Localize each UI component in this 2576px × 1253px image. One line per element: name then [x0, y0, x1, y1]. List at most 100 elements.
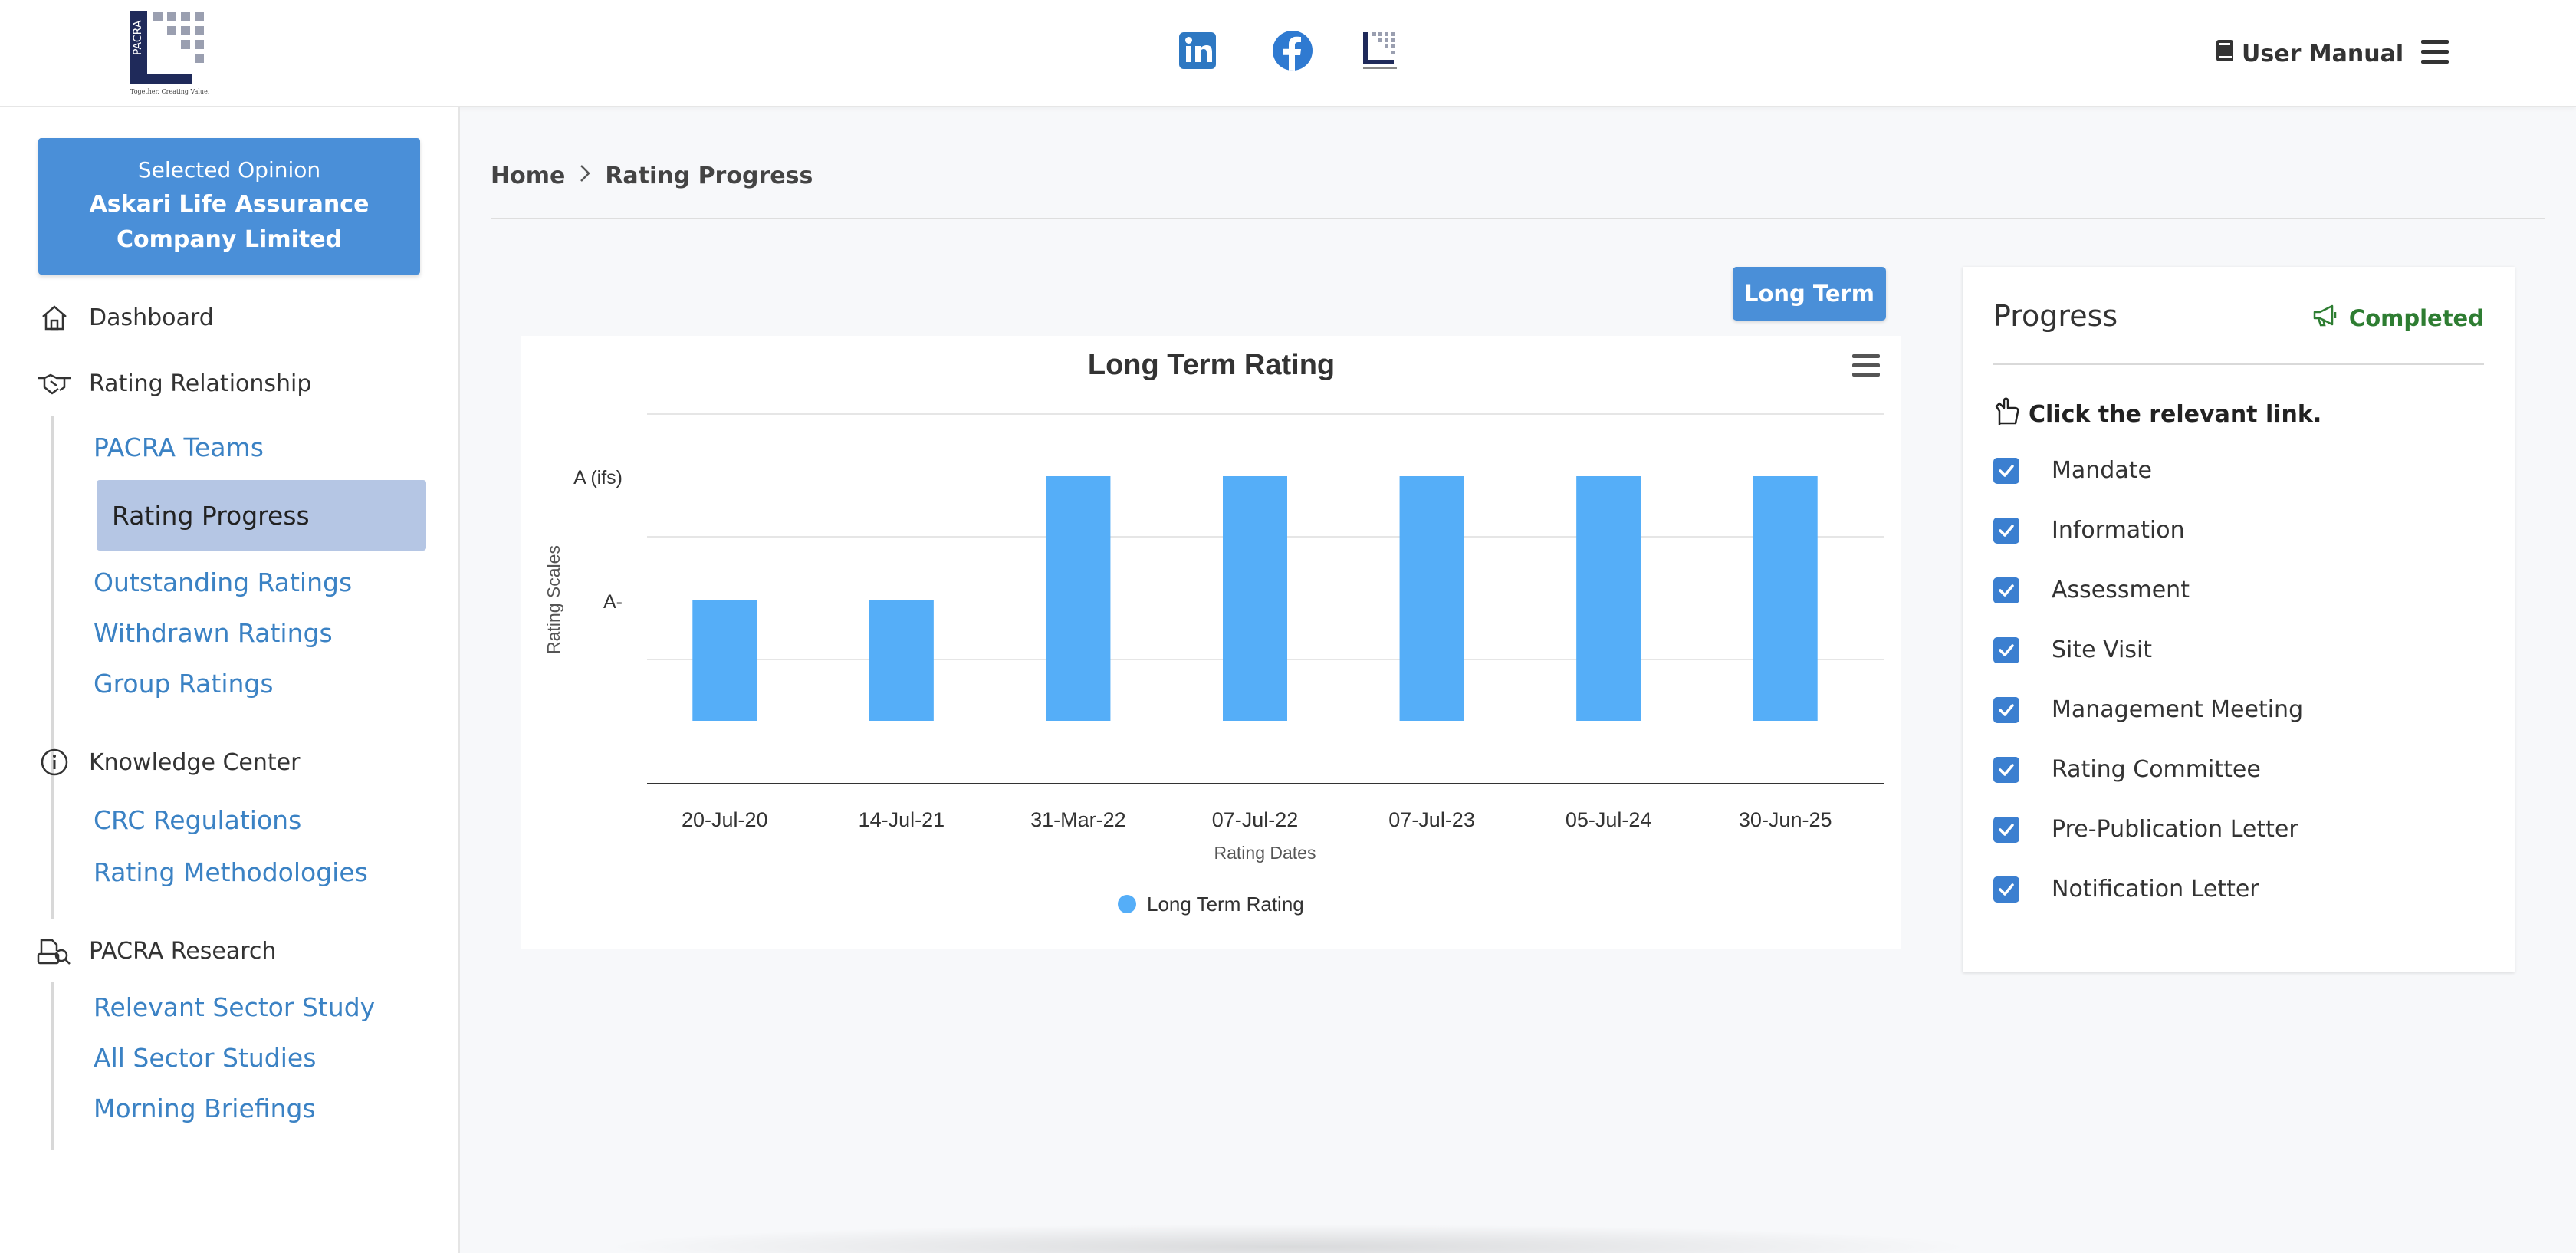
click-hint-text: Click the relevant link.: [2029, 400, 2322, 428]
selected-opinion-label: Selected Opinion: [137, 157, 321, 183]
pointing-hand-icon: [1993, 396, 2021, 432]
user-manual-link[interactable]: User Manual: [2216, 37, 2404, 71]
progress-step[interactable]: Site Visit: [1993, 636, 2152, 663]
progress-title: Progress: [1993, 299, 2118, 333]
info-icon: [37, 747, 72, 778]
progress-step[interactable]: Rating Committee: [1993, 756, 2261, 783]
svg-text:PACRA: PACRA: [132, 20, 144, 55]
x-axis-title: Rating Dates: [1214, 843, 1316, 863]
progress-step-label[interactable]: Site Visit: [2052, 636, 2152, 663]
checkbox-checked-icon[interactable]: [1993, 457, 2019, 484]
breadcrumb-current: Rating Progress: [605, 163, 813, 189]
checkbox-checked-icon[interactable]: [1993, 816, 2019, 843]
y-axis-title: Rating Scales: [544, 545, 564, 654]
chart-context-menu-icon[interactable]: [1852, 354, 1880, 377]
legend-marker: [1118, 895, 1136, 913]
sidebar-item-morning-briefings[interactable]: Morning Briefings: [94, 1093, 316, 1123]
progress-step-label[interactable]: Notification Letter: [2052, 876, 2259, 903]
checkbox-checked-icon[interactable]: [1993, 756, 2019, 783]
checkbox-checked-icon[interactable]: [1993, 876, 2019, 903]
checkbox-checked-icon[interactable]: [1993, 696, 2019, 723]
sidebar-item-group-ratings[interactable]: Group Ratings: [94, 669, 274, 699]
breadcrumb: Home Rating Progress: [491, 163, 813, 189]
checkbox-checked-icon[interactable]: [1993, 517, 2019, 544]
dashboard-label: Dashboard: [89, 304, 214, 331]
x-tick-label: 07-Jul-22: [1212, 808, 1299, 831]
pacra-research-subnav: Relevant Sector Study All Sector Studies…: [51, 982, 375, 1150]
progress-step[interactable]: Mandate: [1993, 457, 2152, 484]
breadcrumb-divider: [491, 218, 2545, 219]
progress-step-label[interactable]: Mandate: [2052, 457, 2152, 484]
knowledge-center-label: Knowledge Center: [89, 748, 301, 776]
chart-title: Long Term Rating: [1088, 349, 1335, 381]
linkedin-icon[interactable]: [1178, 29, 1221, 72]
sidebar: Selected Opinion Askari Life Assurance C…: [0, 107, 460, 1253]
chart-bar: [692, 600, 757, 721]
x-tick-label: 05-Jul-24: [1566, 808, 1652, 831]
main-menu-icon[interactable]: [2421, 40, 2449, 64]
chart-bar: [1753, 476, 1818, 721]
sidebar-section-rating-relationship[interactable]: Rating Relationship: [37, 368, 311, 399]
progress-step[interactable]: Pre-Publication Letter: [1993, 816, 2298, 843]
click-hint: Click the relevant link.: [1993, 396, 2321, 432]
x-tick-label: 14-Jul-21: [859, 808, 945, 831]
top-header: PACRA Together. Creating Value. User Man…: [0, 0, 2576, 107]
progress-step-label[interactable]: Pre-Publication Letter: [2052, 816, 2298, 843]
chart-bar: [1223, 476, 1287, 721]
y-tick-label: A (ifs): [573, 467, 623, 488]
handshake-icon: [37, 368, 72, 399]
x-tick-label: 20-Jul-20: [682, 808, 768, 831]
completed-status: Completed: [2312, 304, 2484, 332]
selected-opinion-card[interactable]: Selected Opinion Askari Life Assurance C…: [38, 138, 420, 275]
home-icon: [37, 302, 72, 333]
legend-label: Long Term Rating: [1147, 893, 1304, 916]
y-tick-label: A-: [603, 591, 623, 613]
sidebar-item-rating-methodologies[interactable]: Rating Methodologies: [94, 857, 368, 887]
progress-step[interactable]: Notification Letter: [1993, 876, 2259, 903]
checkbox-checked-icon[interactable]: [1993, 636, 2019, 663]
sidebar-section-knowledge-center[interactable]: Knowledge Center: [37, 747, 300, 778]
svg-text:Together. Creating Value.: Together. Creating Value.: [130, 88, 209, 95]
progress-step-label[interactable]: Assessment: [2052, 577, 2190, 603]
checkbox-checked-icon[interactable]: [1993, 577, 2019, 603]
megaphone-icon: [2312, 304, 2338, 332]
facebook-icon[interactable]: [1271, 29, 1314, 72]
sidebar-item-relevant-sector-study[interactable]: Relevant Sector Study: [94, 992, 375, 1022]
sidebar-section-pacra-research[interactable]: PACRA Research: [37, 936, 276, 966]
research-icon: [37, 936, 72, 966]
chart-bar: [1576, 476, 1641, 721]
progress-step-label[interactable]: Management Meeting: [2052, 696, 2303, 723]
progress-divider: [1993, 363, 2484, 365]
progress-step[interactable]: Management Meeting: [1993, 696, 2303, 723]
sidebar-item-rating-progress[interactable]: Rating Progress: [97, 480, 426, 551]
sidebar-item-crc-regulations[interactable]: CRC Regulations: [94, 805, 301, 835]
bottom-shadow: [598, 1224, 1978, 1253]
progress-step[interactable]: Information: [1993, 517, 2185, 544]
progress-step[interactable]: Assessment: [1993, 577, 2190, 603]
sidebar-item-withdrawn-ratings[interactable]: Withdrawn Ratings: [94, 618, 333, 648]
book-icon: [2216, 39, 2234, 68]
x-tick-label: 07-Jul-23: [1388, 808, 1475, 831]
chevron-right-icon: [579, 163, 591, 189]
knowledge-center-subnav: CRC Regulations Rating Methodologies: [51, 794, 368, 919]
pacra-logo[interactable]: PACRA Together. Creating Value.: [127, 9, 213, 97]
chart-bar: [1046, 476, 1111, 721]
progress-step-label[interactable]: Information: [2052, 517, 2185, 544]
x-tick-label: 30-Jun-25: [1739, 808, 1832, 831]
chart-bar: [869, 600, 934, 721]
long-term-rating-chart: Long Term Rating A- A (ifs) Rating Scales 20…: [521, 336, 1901, 949]
chart-svg: Long Term Rating A- A (ifs) Rating Scales 20…: [544, 349, 1884, 916]
rating-relationship-label: Rating Relationship: [89, 370, 312, 397]
sidebar-item-all-sector-studies[interactable]: All Sector Studies: [94, 1043, 316, 1073]
progress-step-label[interactable]: Rating Committee: [2052, 756, 2261, 783]
x-tick-label: 31-Mar-22: [1030, 808, 1126, 831]
sidebar-item-pacra-teams[interactable]: PACRA Teams: [94, 432, 264, 462]
selected-opinion-name: Askari Life Assurance Company Limited: [89, 191, 370, 253]
long-term-button[interactable]: Long Term: [1733, 267, 1886, 321]
progress-panel: Progress Completed Click the relevant li…: [1963, 267, 2515, 972]
sidebar-item-outstanding-ratings[interactable]: Outstanding Ratings: [94, 567, 352, 597]
sidebar-item-dashboard[interactable]: Dashboard: [37, 302, 214, 333]
completed-status-label: Completed: [2348, 304, 2484, 331]
breadcrumb-home[interactable]: Home: [491, 163, 565, 189]
pacra-small-logo-icon[interactable]: [1362, 29, 1405, 72]
